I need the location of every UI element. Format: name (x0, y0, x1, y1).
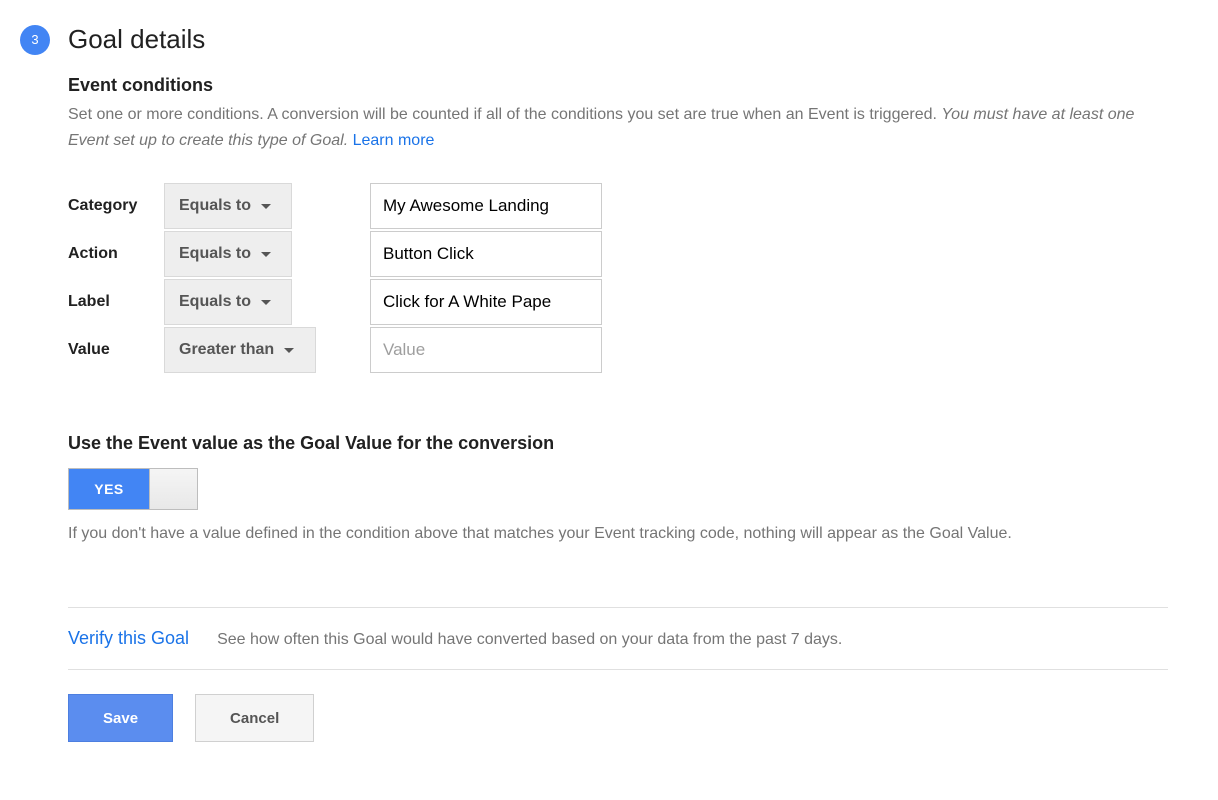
goal-value-section: Use the Event value as the Goal Value fo… (68, 433, 1168, 547)
goal-value-toggle[interactable]: YES (68, 468, 198, 510)
chevron-down-icon (261, 300, 271, 305)
toggle-off-side (149, 469, 197, 509)
event-conditions-description: Set one or more conditions. A conversion… (68, 102, 1168, 153)
form-actions: Save Cancel (68, 694, 1168, 742)
condition-row-action: Action Equals to (68, 231, 602, 279)
step-header: 3 Goal details (20, 24, 1198, 55)
action-value-input[interactable] (370, 231, 602, 277)
step-number-badge: 3 (20, 25, 50, 55)
condition-label: Action (68, 231, 164, 279)
value-value-input[interactable] (370, 327, 602, 373)
condition-label: Label (68, 279, 164, 327)
condition-row-value: Value Greater than (68, 327, 602, 375)
chevron-down-icon (261, 204, 271, 209)
toggle-on-label: YES (69, 469, 149, 509)
category-value-input[interactable] (370, 183, 602, 229)
verify-description: See how often this Goal would have conve… (217, 631, 842, 649)
step-title: Goal details (68, 24, 205, 55)
condition-row-category: Category Equals to (68, 183, 602, 231)
condition-label: Category (68, 183, 164, 231)
event-conditions-table: Category Equals to Action Equals to (68, 183, 602, 375)
operator-value: Greater than (179, 341, 274, 359)
save-button[interactable]: Save (68, 694, 173, 742)
desc-text: Set one or more conditions. A conversion… (68, 106, 941, 123)
operator-value: Equals to (179, 245, 251, 263)
operator-value: Equals to (179, 293, 251, 311)
condition-row-label: Label Equals to (68, 279, 602, 327)
goal-value-heading: Use the Event value as the Goal Value fo… (68, 433, 1168, 454)
action-operator-select[interactable]: Equals to (164, 231, 292, 277)
label-operator-select[interactable]: Equals to (164, 279, 292, 325)
condition-label: Value (68, 327, 164, 375)
chevron-down-icon (284, 348, 294, 353)
verify-section: Verify this Goal See how often this Goal… (68, 607, 1168, 670)
verify-goal-link[interactable]: Verify this Goal (68, 628, 189, 649)
learn-more-link[interactable]: Learn more (353, 132, 435, 149)
chevron-down-icon (261, 252, 271, 257)
value-operator-select[interactable]: Greater than (164, 327, 316, 373)
goal-value-description: If you don't have a value defined in the… (68, 520, 1128, 547)
event-conditions-heading: Event conditions (68, 75, 1168, 96)
category-operator-select[interactable]: Equals to (164, 183, 292, 229)
cancel-button[interactable]: Cancel (195, 694, 314, 742)
label-value-input[interactable] (370, 279, 602, 325)
operator-value: Equals to (179, 197, 251, 215)
